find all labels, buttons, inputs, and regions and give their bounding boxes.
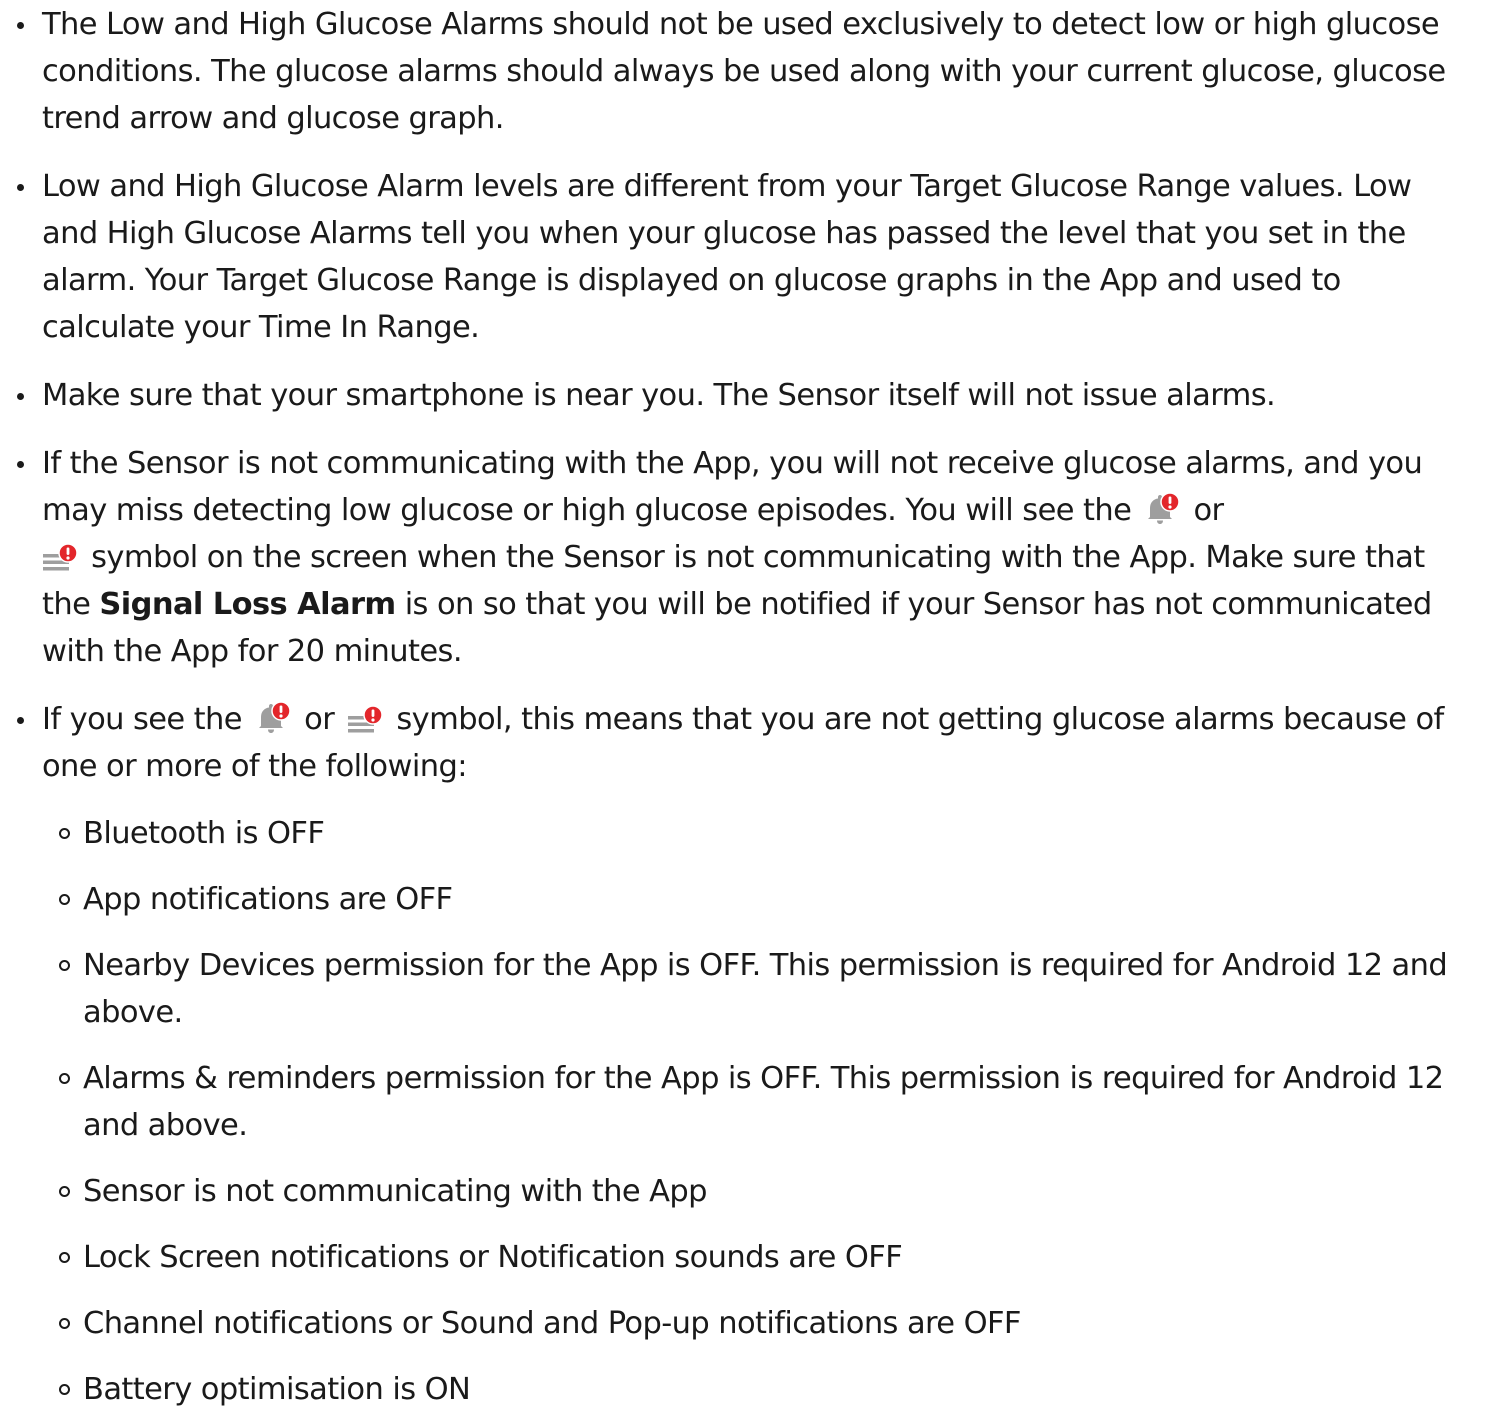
- bullet-text: or: [304, 702, 335, 737]
- lines-alert-icon: [42, 543, 78, 573]
- bullet-text: Low and High Glucose Alarm levels are di…: [42, 169, 1412, 345]
- list-item: Low and High Glucose Alarm levels are di…: [17, 163, 1468, 351]
- list-item: The Low and High Glucose Alarms should n…: [17, 1, 1468, 142]
- list-item: If you see the or symbol, this means tha…: [17, 696, 1468, 1410]
- document-page: The Low and High Glucose Alarms should n…: [0, 0, 1488, 1410]
- sub-list: Bluetooth is OFF App notifications are O…: [42, 810, 1468, 1410]
- bullet-text: or: [1193, 493, 1224, 528]
- bullet-text: Make sure that your smartphone is near y…: [42, 378, 1276, 413]
- sub-list-item: Bluetooth is OFF: [59, 810, 1468, 857]
- sub-list-item: Lock Screen notifications or Notificatio…: [59, 1234, 1468, 1281]
- sub-list-item: Channel notifications or Sound and Pop-u…: [59, 1300, 1468, 1347]
- lines-alert-icon: [347, 705, 384, 735]
- bullet-text: The Low and High Glucose Alarms should n…: [42, 7, 1446, 136]
- sub-list-item: Battery optimisation is ON: [59, 1366, 1468, 1410]
- bullet-text: If you see the: [42, 702, 243, 737]
- bell-alert-icon: [255, 701, 291, 735]
- sub-list-item: Alarms & reminders permission for the Ap…: [59, 1055, 1468, 1149]
- sub-list-item: App notifications are OFF: [59, 876, 1468, 923]
- list-item: Make sure that your smartphone is near y…: [17, 372, 1468, 419]
- sub-list-item: Sensor is not communicating with the App: [59, 1168, 1468, 1215]
- signal-loss-alarm-term: Signal Loss Alarm: [99, 587, 396, 622]
- bell-alert-icon: [1144, 492, 1181, 526]
- bullet-list: The Low and High Glucose Alarms should n…: [0, 1, 1488, 1410]
- sub-list-item: Nearby Devices permission for the App is…: [59, 942, 1468, 1036]
- list-item: If the Sensor is not communicating with …: [17, 440, 1468, 675]
- bullet-text: symbol, this means that you are not gett…: [42, 702, 1444, 784]
